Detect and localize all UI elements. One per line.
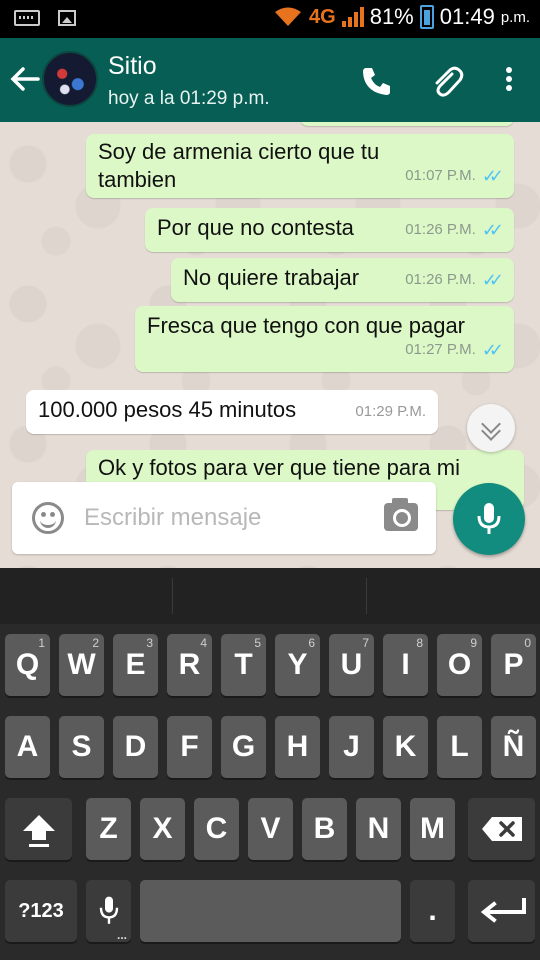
message-time: 01:27 P.M. — [405, 341, 476, 358]
scroll-down-button[interactable] — [467, 404, 515, 452]
emoji-icon[interactable] — [32, 502, 64, 534]
composer — [12, 482, 436, 554]
read-ticks-icon: ✓✓ — [481, 270, 504, 290]
last-seen: hoy a la 01:29 p.m. — [108, 88, 270, 109]
signal-icon — [341, 7, 364, 27]
key-o[interactable]: O9 — [437, 634, 482, 696]
status-ampm: p.m. — [500, 8, 530, 26]
key-enye[interactable]: Ñ — [491, 716, 536, 778]
key-x[interactable]: X — [140, 798, 185, 860]
key-n[interactable]: N — [356, 798, 401, 860]
key-i[interactable]: I8 — [383, 634, 428, 696]
key-p[interactable]: P0 — [491, 634, 536, 696]
symbols-key[interactable]: ?123 — [5, 880, 77, 942]
message-bubble[interactable]: No quiere trabajar 01:26 P.M. ✓✓ — [171, 258, 514, 302]
mic-button[interactable] — [453, 483, 525, 555]
camera-icon[interactable] — [384, 498, 418, 531]
mic-icon — [99, 896, 118, 924]
key-g[interactable]: G — [221, 716, 266, 778]
period-key[interactable]: . — [410, 880, 455, 942]
read-ticks-icon: ✓✓ — [481, 220, 504, 240]
battery-percent: 81% — [369, 4, 414, 29]
key-q[interactable]: Q1 — [5, 634, 50, 696]
message-bubble[interactable]: Por que no contesta 01:26 P.M. ✓✓ — [145, 208, 514, 252]
key-c[interactable]: C — [194, 798, 239, 860]
wifi-icon — [275, 7, 302, 26]
key-j[interactable]: J — [329, 716, 374, 778]
read-ticks-icon: ✓✓ — [481, 340, 504, 360]
backspace-key[interactable] — [468, 798, 535, 860]
message-bubble-partial — [300, 122, 514, 126]
keyboard: Q1 W2 E3 R4 T5 Y6 U7 I8 O9 P0 A S D F G … — [0, 568, 540, 960]
message-time: 01:26 P.M. — [405, 271, 476, 288]
key-w[interactable]: W2 — [59, 634, 104, 696]
suggestion-strip[interactable] — [0, 568, 540, 624]
status-time: 01:49 — [439, 4, 495, 29]
enter-icon — [480, 898, 526, 923]
back-arrow-icon[interactable] — [8, 62, 42, 96]
message-text: Ok y fotos para ver que tiene para mi — [98, 455, 460, 480]
message-bubble[interactable]: 100.000 pesos 45 minutos 01:29 P.M. — [26, 390, 438, 434]
status-bar: 4G 81% 01:49 p.m. — [0, 0, 540, 38]
key-z[interactable]: Z — [86, 798, 131, 860]
key-d[interactable]: D — [113, 716, 158, 778]
more-icon[interactable] — [492, 64, 526, 98]
shift-icon — [22, 815, 55, 847]
shift-key[interactable] — [5, 798, 72, 860]
phone-icon[interactable] — [360, 64, 394, 98]
key-k[interactable]: K — [383, 716, 428, 778]
voice-input-key[interactable]: ... — [86, 880, 131, 942]
message-time: 01:29 P.M. — [355, 403, 426, 420]
key-u[interactable]: U7 — [329, 634, 374, 696]
image-icon — [58, 10, 76, 26]
mic-icon — [477, 503, 501, 534]
key-y[interactable]: Y6 — [275, 634, 320, 696]
message-time: 01:26 P.M. — [405, 221, 476, 238]
message-input[interactable] — [84, 500, 364, 536]
contact-name[interactable]: Sitio — [108, 52, 157, 81]
backspace-icon — [481, 817, 522, 841]
avatar[interactable] — [42, 51, 98, 107]
keyboard-icon — [14, 10, 40, 26]
key-m[interactable]: M — [410, 798, 455, 860]
message-time: 01:07 P.M. — [405, 167, 476, 184]
battery-icon — [419, 5, 434, 29]
read-ticks-icon: ✓✓ — [481, 166, 504, 186]
key-s[interactable]: S — [59, 716, 104, 778]
key-b[interactable]: B — [302, 798, 347, 860]
paperclip-icon[interactable] — [430, 64, 464, 98]
key-r[interactable]: R4 — [167, 634, 212, 696]
key-h[interactable]: H — [275, 716, 320, 778]
key-a[interactable]: A — [5, 716, 50, 778]
enter-key[interactable] — [468, 880, 535, 942]
message-bubble[interactable]: Fresca que tengo con que pagar 01:27 P.M… — [135, 306, 514, 372]
key-l[interactable]: L — [437, 716, 482, 778]
key-e[interactable]: E3 — [113, 634, 158, 696]
chat-header: Sitio hoy a la 01:29 p.m. — [0, 38, 540, 122]
space-key[interactable] — [140, 880, 401, 942]
key-f[interactable]: F — [167, 716, 212, 778]
network-type: 4G — [309, 5, 336, 28]
key-t[interactable]: T5 — [221, 634, 266, 696]
message-bubble[interactable]: Soy de armenia cierto que tu tambien 01:… — [86, 134, 514, 198]
key-v[interactable]: V — [248, 798, 293, 860]
